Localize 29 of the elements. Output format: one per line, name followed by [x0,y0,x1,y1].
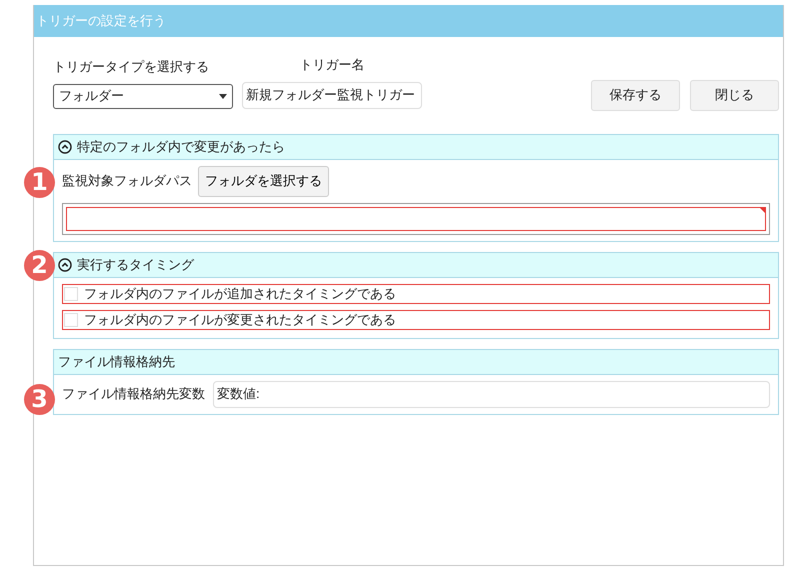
dropdown-caret-icon [219,94,227,98]
variable-field[interactable]: 変数値: [213,380,770,408]
section-title: 実行するタイミング [77,256,194,274]
folder-path-field[interactable] [62,202,770,234]
trigger-type-label: トリガータイプを選択する [53,58,210,76]
field-label: ファイル情報格納先変数 [62,385,205,404]
checkbox-label: フォルダ内のファイルが追加されたタイミングである [84,284,396,303]
checkbox-row[interactable]: フォルダ内のファイルが追加されたタイミングである [62,284,770,304]
field-label: 監視対象フォルダパス [62,172,192,190]
checkbox-row[interactable]: フォルダ内のファイルが変更されたタイミングである [62,310,770,330]
window-title: トリガーの設定を行う [36,12,166,30]
chevron-icon[interactable] [58,258,72,272]
section-header[interactable]: 実行するタイミング [54,252,778,278]
checkbox-label: フォルダ内のファイルが変更されたタイミングである [84,310,396,329]
trigger-name-label: トリガー名 [300,56,364,74]
section-title: ファイル情報格納先 [58,352,175,371]
section-title: 特定のフォルダ内で変更があったら [77,138,285,156]
step-number-badge: 3 [24,384,55,414]
checkbox[interactable] [64,312,78,326]
section-header[interactable]: 特定のフォルダ内で変更があったら [54,134,778,160]
step-number-badge: 2 [24,250,55,280]
checkbox[interactable] [64,286,78,300]
chevron-icon[interactable] [58,140,72,154]
select-folder-button[interactable]: フォルダを選択する [198,166,329,196]
close-button[interactable]: 閉じる [690,80,779,110]
trigger-name-field[interactable]: 新規フォルダー監視トリガー [242,82,422,108]
trigger-type-dropdown[interactable]: フォルダー [53,84,233,108]
step-number-badge: 1 [24,166,55,198]
save-button[interactable]: 保存する [591,80,680,110]
